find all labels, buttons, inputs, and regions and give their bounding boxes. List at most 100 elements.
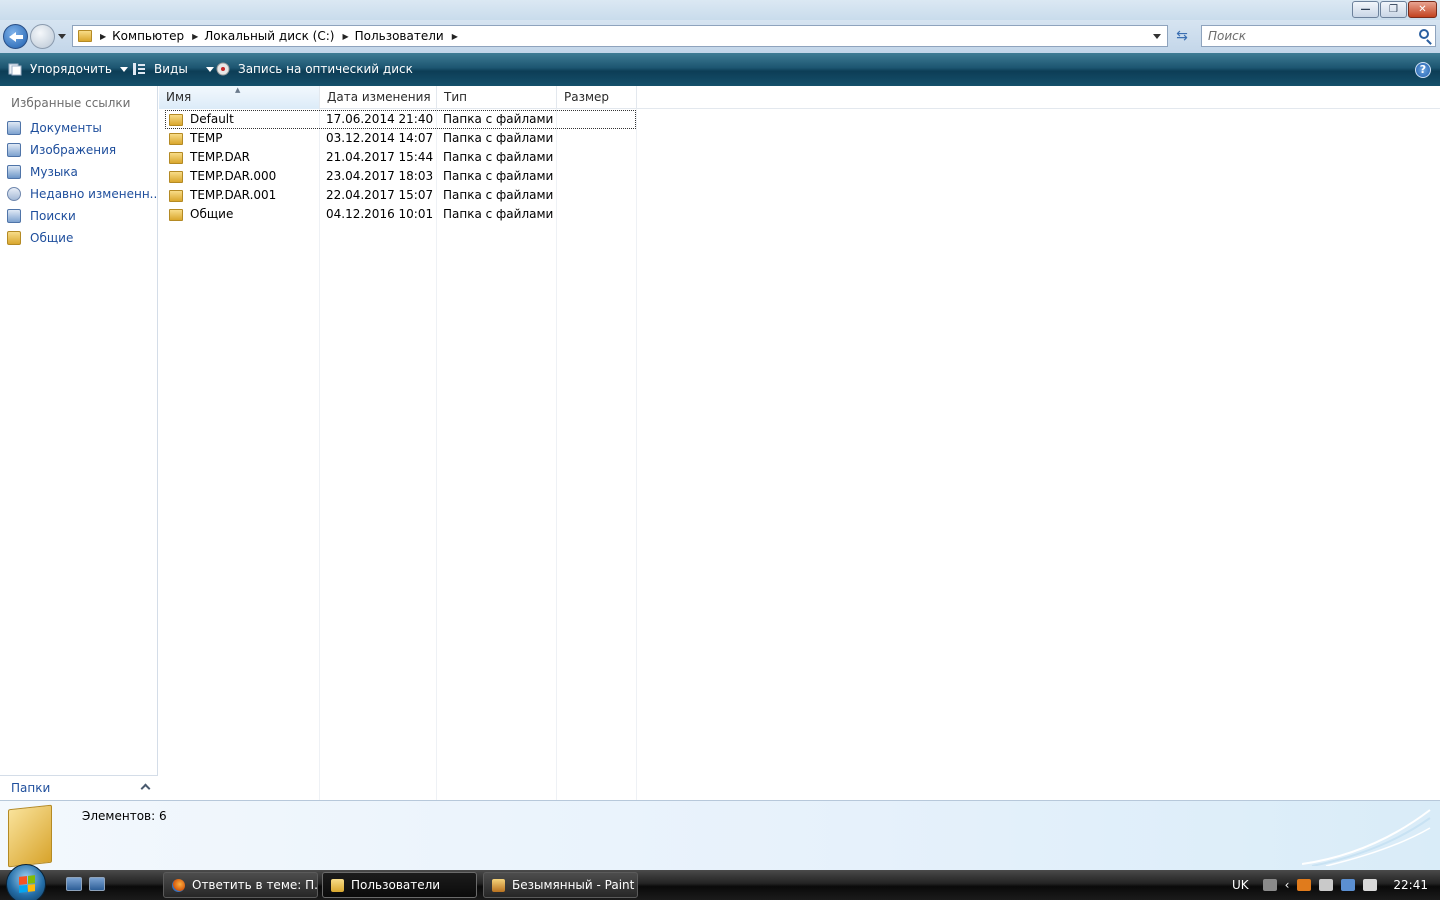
item-type: Папка с файлами <box>443 169 554 183</box>
show-desktop-icon[interactable] <box>66 877 82 891</box>
list-item[interactable]: TEMP 03.12.2014 14:07 Папка с файлами <box>165 129 636 148</box>
breadcrumb-computer[interactable]: Компьютер <box>112 29 184 43</box>
help-icon: ? <box>1419 63 1427 76</box>
help-button[interactable]: ? <box>1415 62 1431 78</box>
navigation-pane: Избранные ссылки Документы Изображения М… <box>0 86 158 800</box>
paint-icon <box>492 878 505 892</box>
organize-button[interactable]: Упорядочить <box>8 62 128 76</box>
list-item[interactable]: Общие 04.12.2016 10:01 Папка с файлами <box>165 205 636 224</box>
back-button[interactable] <box>3 24 28 49</box>
sidebar-item-music[interactable]: Музыка <box>0 161 158 183</box>
address-row: ▶ Компьютер ▶ Локальный диск (C:) ▶ Поль… <box>0 20 1440 53</box>
sidebar-item-documents[interactable]: Документы <box>0 117 158 139</box>
command-bar: Упорядочить Виды Запись на оптический ди… <box>0 53 1440 86</box>
sidebar-item-searches[interactable]: Поиски <box>0 205 158 227</box>
refresh-button[interactable]: ⇆ <box>1170 26 1194 46</box>
column-header-label: Размер <box>564 90 610 104</box>
switch-windows-icon[interactable] <box>89 877 105 891</box>
searches-icon <box>7 209 21 223</box>
views-button[interactable]: Виды <box>132 62 214 76</box>
power-icon[interactable] <box>1319 879 1334 891</box>
recent-pages-dropdown[interactable] <box>58 34 66 39</box>
keyboard-icon[interactable] <box>1262 879 1277 891</box>
chevron-right-icon[interactable]: ▶ <box>192 32 198 41</box>
search-input[interactable] <box>1208 26 1408 46</box>
search-icon[interactable] <box>1419 29 1429 39</box>
minimize-button[interactable]: — <box>1352 1 1379 18</box>
language-indicator[interactable]: UK <box>1232 878 1249 892</box>
windows-logo-icon <box>19 875 35 893</box>
taskbar: Ответить в теме: П... Пользователи Безым… <box>0 864 1440 900</box>
close-button[interactable]: ✕ <box>1408 1 1437 18</box>
sidebar-item-label: Недавно измененн... <box>30 187 158 201</box>
item-name: TEMP.DAR.001 <box>190 188 277 202</box>
sidebar-item-recent[interactable]: Недавно измененн... <box>0 183 158 205</box>
sidebar-item-label: Поиски <box>30 209 76 223</box>
volume-icon[interactable] <box>1363 879 1378 891</box>
item-date: 04.12.2016 10:01 <box>326 207 434 221</box>
favorite-links-list: Документы Изображения Музыка Недавно изм… <box>0 117 158 249</box>
list-item[interactable]: TEMP.DAR.001 22.04.2017 15:07 Папка с фа… <box>165 186 636 205</box>
item-name: TEMP <box>190 131 223 145</box>
item-type: Папка с файлами <box>443 188 554 202</box>
column-header-label: Имя <box>166 90 192 104</box>
maximize-button[interactable]: ❐ <box>1380 1 1407 18</box>
column-headers: ▲ Имя Дата изменения Тип Размер <box>159 86 1440 109</box>
column-header-name[interactable]: ▲ Имя <box>159 86 320 109</box>
burn-disc-label: Запись на оптический диск <box>238 62 413 76</box>
chevron-right-icon[interactable]: ▶ <box>452 32 458 41</box>
taskbar-button-firefox[interactable]: Ответить в теме: П... <box>163 872 318 898</box>
sidebar-item-public[interactable]: Общие <box>0 227 158 249</box>
clock[interactable]: 22:41 <box>1393 878 1428 892</box>
search-box[interactable] <box>1201 25 1436 47</box>
breadcrumb-local-disk[interactable]: Локальный диск (C:) <box>204 29 334 43</box>
item-type: Папка с файлами <box>443 131 554 145</box>
burn-disc-button[interactable]: Запись на оптический диск <box>216 62 413 76</box>
close-icon: ✕ <box>1418 4 1427 15</box>
list-item[interactable]: TEMP.DAR.000 23.04.2017 18:03 Папка с фа… <box>165 167 636 186</box>
item-date: 03.12.2014 14:07 <box>326 131 434 145</box>
taskbar-button-paint[interactable]: Безымянный - Paint <box>483 872 638 898</box>
pictures-icon <box>7 143 21 157</box>
sidebar-item-label: Документы <box>30 121 102 135</box>
network-icon[interactable] <box>1341 879 1356 891</box>
taskbar-button-label: Пользователи <box>351 878 441 892</box>
favorite-links-header: Избранные ссылки <box>11 96 131 110</box>
taskbar-button-explorer[interactable]: Пользователи <box>322 872 477 898</box>
minimize-icon: — <box>1360 4 1371 15</box>
chevron-left-icon[interactable]: ‹ <box>1285 878 1290 892</box>
address-dropdown-icon[interactable] <box>1153 34 1161 39</box>
column-header-size[interactable]: Размер <box>557 86 637 109</box>
chevron-right-icon[interactable]: ▶ <box>342 32 348 41</box>
taskbar-button-label: Ответить в теме: П... <box>192 878 318 892</box>
sort-ascending-icon: ▲ <box>235 86 241 94</box>
breadcrumb-users[interactable]: Пользователи <box>355 29 444 43</box>
sidebar-item-pictures[interactable]: Изображения <box>0 139 158 161</box>
details-pane: Элементов: 6 <box>0 800 1440 870</box>
sidebar-item-label: Изображения <box>30 143 117 157</box>
folder-icon <box>169 189 183 202</box>
title-bar: — ❐ ✕ <box>0 0 1440 20</box>
list-item[interactable]: Default 17.06.2014 21:40 Папка с файлами <box>165 110 636 129</box>
address-bar[interactable]: ▶ Компьютер ▶ Локальный диск (C:) ▶ Поль… <box>72 25 1168 47</box>
folder-icon <box>7 231 21 245</box>
sidebar-item-label: Музыка <box>30 165 78 179</box>
item-type: Папка с файлами <box>443 207 554 221</box>
column-header-type[interactable]: Тип <box>437 86 557 109</box>
restore-icon: ❐ <box>1389 4 1398 15</box>
start-button[interactable] <box>6 864 46 900</box>
views-icon <box>133 63 145 75</box>
column-header-date[interactable]: Дата изменения <box>320 86 437 109</box>
recent-icon <box>7 187 21 201</box>
taskbar-button-label: Безымянный - Paint <box>512 878 635 892</box>
avast-icon[interactable] <box>1297 879 1312 891</box>
item-name: TEMP.DAR <box>190 150 251 164</box>
column-header-label: Дата изменения <box>327 90 431 104</box>
folder-icon <box>169 132 183 145</box>
organize-label: Упорядочить <box>30 62 112 76</box>
forward-button[interactable] <box>30 24 55 49</box>
chevron-right-icon[interactable]: ▶ <box>100 32 106 41</box>
list-item[interactable]: TEMP.DAR 21.04.2017 15:44 Папка с файлам… <box>165 148 636 167</box>
folders-toggle[interactable]: Папки <box>0 775 158 800</box>
folder-icon <box>169 170 183 183</box>
